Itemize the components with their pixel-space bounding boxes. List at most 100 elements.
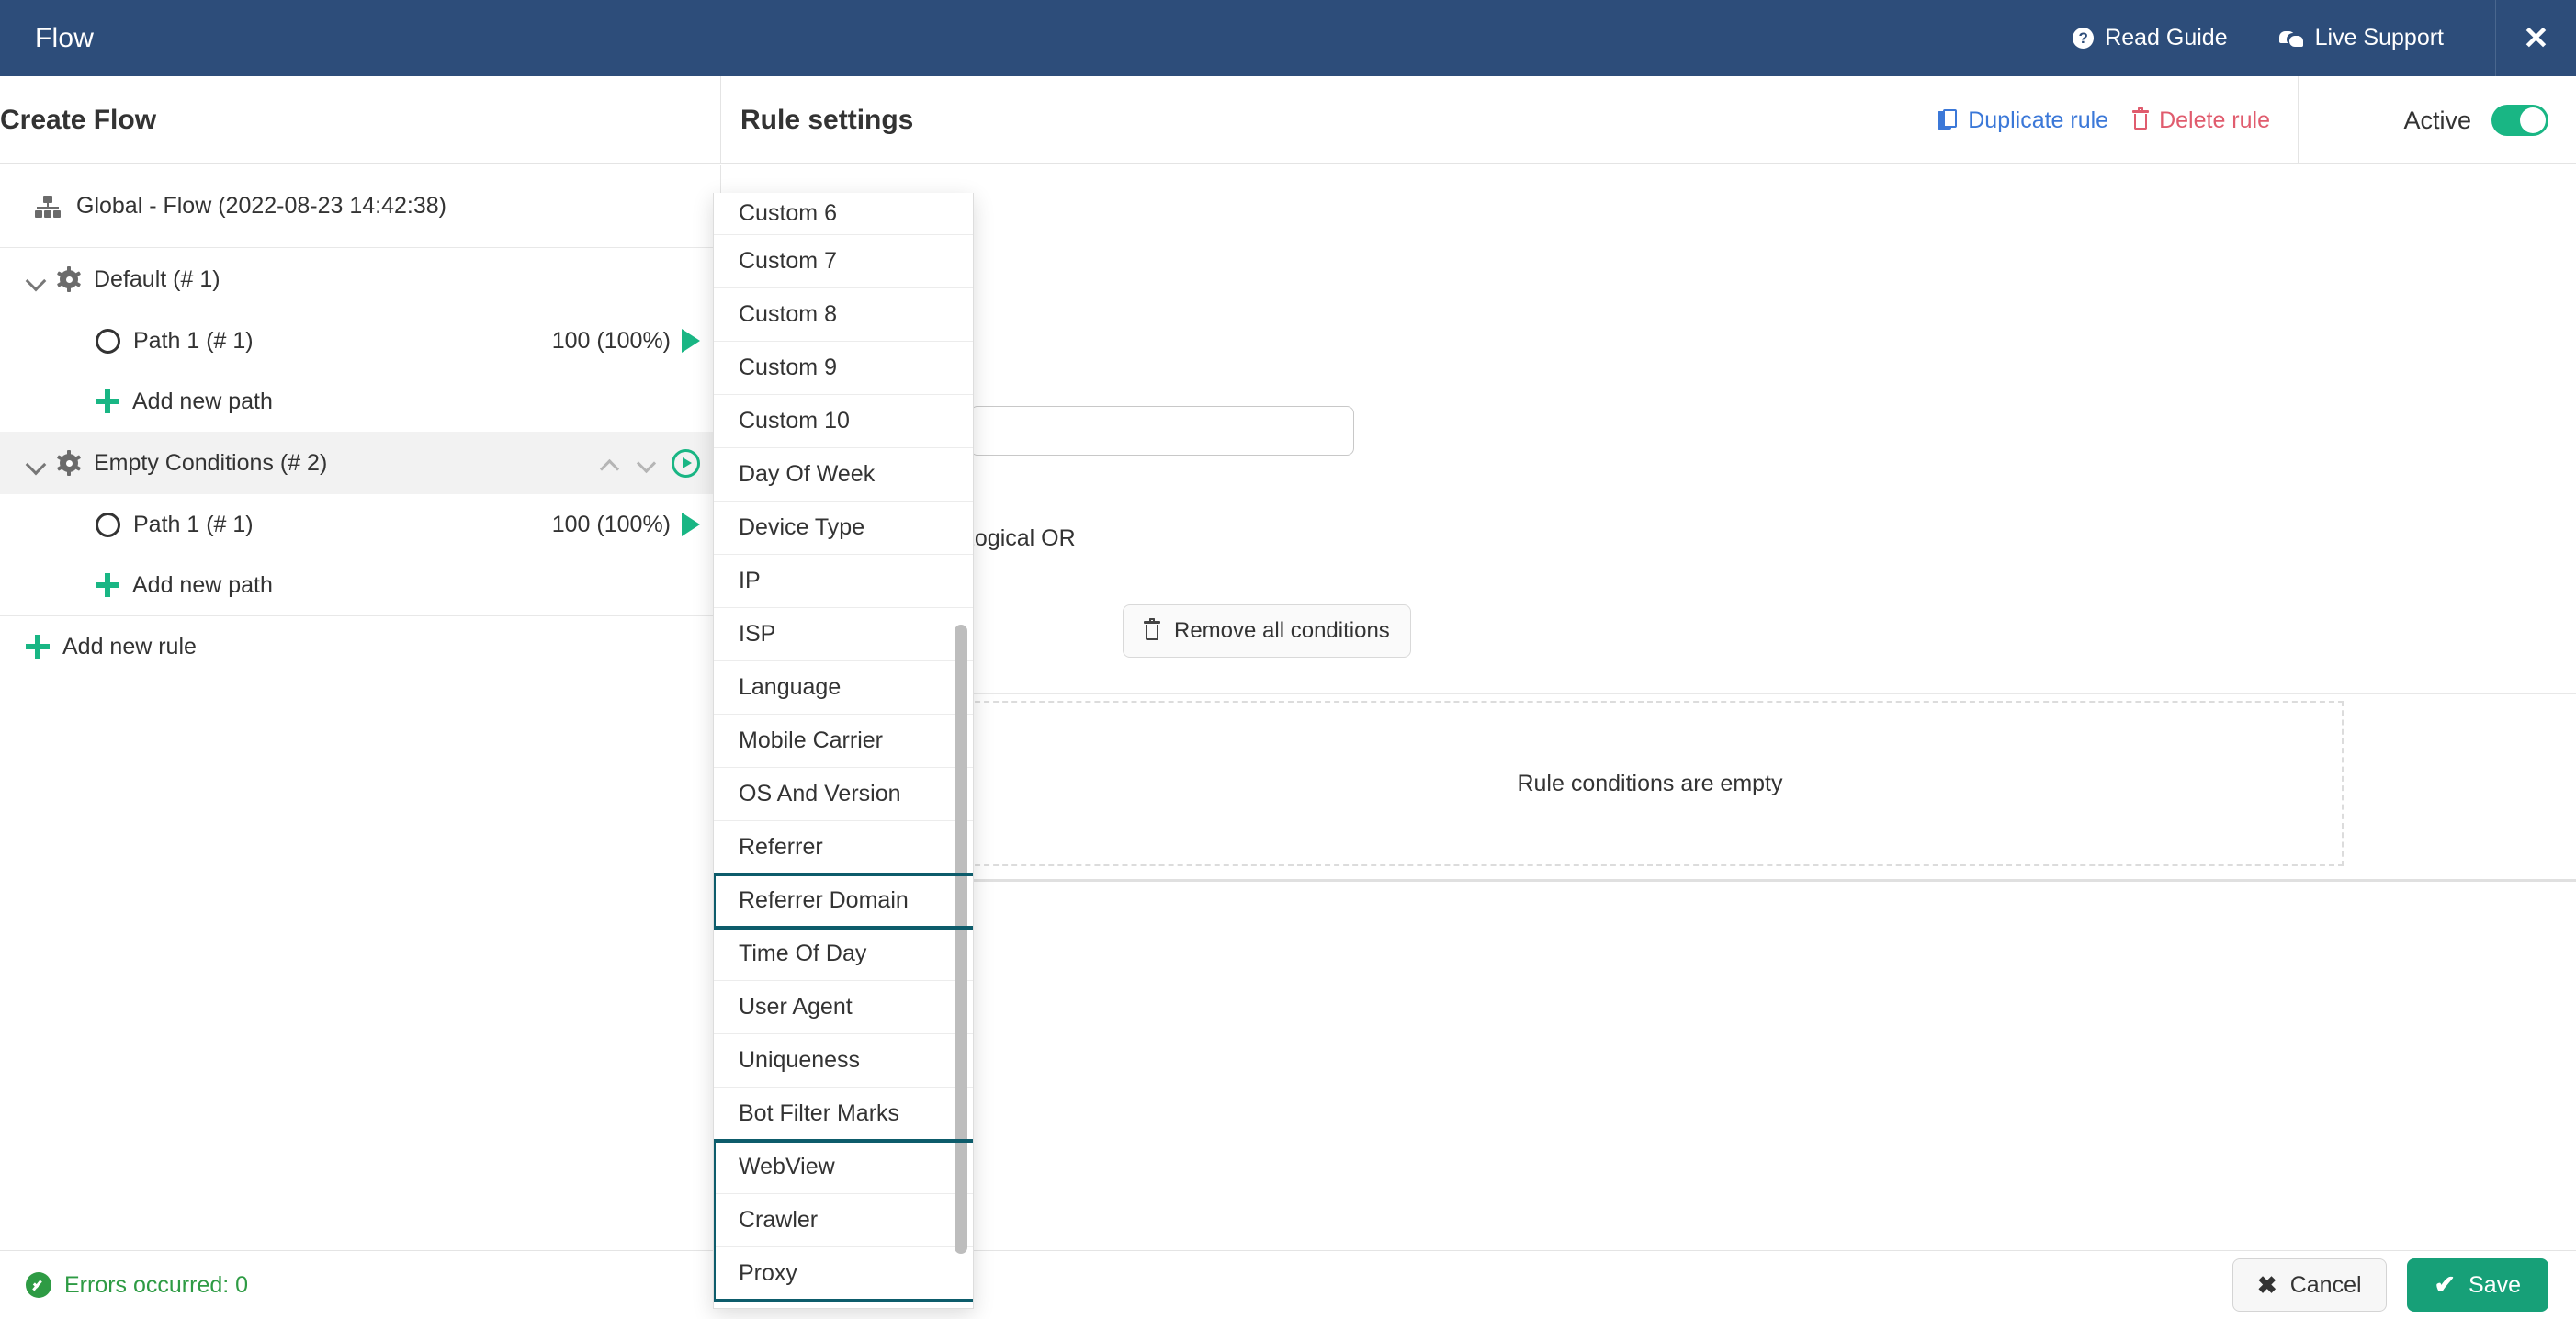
rule-action-links: Duplicate rule Delete rule — [1938, 107, 2298, 134]
dropdown-item-label: Custom 9 — [739, 355, 837, 380]
dropdown-item[interactable]: Uniqueness — [714, 1034, 973, 1088]
check-icon: ✔ — [2434, 1270, 2457, 1299]
add-new-path-button-1[interactable]: Add new path — [0, 371, 720, 432]
add-new-rule-label: Add new rule — [62, 633, 197, 660]
live-support-label: Live Support — [2314, 25, 2444, 51]
condition-type-dropdown[interactable]: Custom 6 Custom 7 Custom 8 Custom 9 Custom 1… — [713, 193, 974, 1309]
footer-actions: ✖ Cancel ✔ Save — [2231, 1258, 2576, 1312]
play-icon[interactable] — [682, 329, 700, 353]
delete-rule-button[interactable]: Delete rule — [2132, 107, 2270, 134]
move-rule-up-icon[interactable] — [598, 452, 620, 474]
trash-icon — [1144, 618, 1160, 641]
dropdown-item[interactable]: Language — [714, 661, 973, 715]
tree-path-count: 100 (100%) — [551, 511, 671, 537]
dropdown-item[interactable]: Time Of Day — [714, 928, 973, 981]
dropdown-item[interactable]: Crawler — [714, 1194, 973, 1247]
dropdown-item-label: Device Type — [739, 514, 865, 540]
run-rule-icon[interactable] — [672, 448, 700, 478]
dropdown-item-label: Custom 6 — [739, 200, 837, 226]
plus-icon — [26, 635, 50, 659]
live-support-link[interactable]: Live Support — [2278, 25, 2444, 51]
dropdown-item[interactable]: Custom 7 — [714, 235, 973, 288]
create-flow-header: Create Flow — [0, 76, 721, 164]
dropdown-item[interactable]: Referrer Domain — [714, 874, 973, 928]
errors-status: Errors occurred: 0 — [26, 1272, 248, 1299]
dropdown-item[interactable]: WebView — [714, 1141, 973, 1194]
tree-path-count: 100 (100%) — [551, 327, 671, 354]
gear-icon — [56, 266, 82, 292]
dropdown-item-label: WebView — [739, 1154, 835, 1179]
dropdown-item[interactable]: Mobile Carrier — [714, 715, 973, 768]
tree-path-label: Path 1 (# 1) — [133, 327, 254, 354]
cancel-button[interactable]: ✖ Cancel — [2231, 1258, 2387, 1312]
copy-icon — [1938, 109, 1958, 131]
tree-path-item[interactable]: Path 1 (# 1) 100 (100%) — [0, 310, 720, 371]
dropdown-item-label: Proxy — [739, 1260, 797, 1286]
tree-path-item[interactable]: Path 1 (# 1) 100 (100%) — [0, 494, 720, 555]
dropdown-item-label: ISP — [739, 621, 776, 647]
flow-modal: Flow ? Read Guide Live Support ✕ Create … — [0, 0, 2576, 1319]
help-icon: ? — [2073, 28, 2095, 49]
dropdown-list[interactable]: Custom 6 Custom 7 Custom 8 Custom 9 Custom 1… — [714, 193, 973, 1301]
tree-root-label: Global - Flow (2022-08-23 14:42:38) — [76, 193, 447, 219]
window-titlebar: Flow ? Read Guide Live Support ✕ — [0, 0, 2576, 76]
dropdown-item[interactable]: User Agent — [714, 981, 973, 1034]
tree-rule-default[interactable]: Default (# 1) — [0, 248, 720, 310]
dropdown-item-label: Custom 8 — [739, 301, 837, 327]
circle-icon — [96, 512, 120, 537]
toggle-knob — [2520, 107, 2546, 133]
tree-path-label: Path 1 (# 1) — [133, 511, 254, 537]
dropdown-item-label: OS And Version — [739, 781, 901, 806]
dropdown-item[interactable]: Device Type — [714, 502, 973, 555]
chevron-down-icon[interactable] — [26, 453, 46, 473]
move-rule-down-icon[interactable] — [635, 452, 657, 474]
close-button[interactable]: ✕ — [2495, 0, 2576, 76]
tree-root-item[interactable]: Global - Flow (2022-08-23 14:42:38) — [0, 165, 720, 248]
duplicate-rule-button[interactable]: Duplicate rule — [1938, 107, 2108, 134]
play-icon[interactable] — [682, 513, 700, 536]
dropdown-item[interactable]: Day Of Week — [714, 448, 973, 502]
add-new-rule-button[interactable]: Add new rule — [0, 616, 720, 677]
dropdown-item[interactable]: Bot Filter Marks — [714, 1088, 973, 1141]
save-button[interactable]: ✔ Save — [2406, 1258, 2548, 1312]
tree-rule-label: Default (# 1) — [94, 265, 220, 292]
plus-icon — [96, 573, 119, 597]
chevron-down-icon[interactable] — [26, 269, 46, 289]
dropdown-item[interactable]: Custom 8 — [714, 288, 973, 342]
add-new-path-button-2[interactable]: Add new path — [0, 555, 720, 615]
dropdown-scrollbar[interactable] — [955, 193, 967, 1308]
rule-settings-header: Rule settings Duplicate rule Delete rule — [722, 76, 2299, 164]
active-toggle[interactable] — [2491, 105, 2548, 136]
read-guide-link[interactable]: ? Read Guide — [2073, 25, 2228, 51]
dropdown-item-label: IP — [739, 568, 761, 593]
tree-rule-controls — [598, 448, 700, 478]
dropdown-item[interactable]: Proxy — [714, 1247, 973, 1301]
dropdown-item-label: User Agent — [739, 994, 853, 1020]
dropdown-item[interactable]: Custom 10 — [714, 395, 973, 448]
plus-icon — [96, 389, 119, 413]
dropdown-item[interactable]: Custom 9 — [714, 342, 973, 395]
dropdown-item[interactable]: IP — [714, 555, 973, 608]
dropdown-item-label: Uniqueness — [739, 1047, 861, 1073]
dropdown-item-label: Referrer Domain — [739, 887, 909, 913]
dropdown-item[interactable]: Custom 6 — [714, 193, 973, 235]
empty-conditions-text: Rule conditions are empty — [1517, 770, 1783, 796]
dropdown-scrollbar-thumb[interactable] — [955, 625, 967, 1254]
rule-name-input[interactable] — [970, 406, 1354, 456]
dropdown-item[interactable]: ISP — [714, 608, 973, 661]
dropdown-item[interactable]: Referrer — [714, 821, 973, 874]
dropdown-item-label: Day Of Week — [739, 461, 876, 487]
circle-icon — [96, 328, 120, 354]
remove-all-conditions-button[interactable]: Remove all conditions — [1123, 604, 1411, 658]
page-title: Create Flow — [0, 105, 157, 135]
footer-bar: Errors occurred: 0 ✖ Cancel ✔ Save — [0, 1250, 2576, 1319]
save-label: Save — [2469, 1271, 2521, 1298]
dropdown-item[interactable]: OS And Version — [714, 768, 973, 821]
dropdown-item-label: Referrer — [739, 834, 823, 860]
rule-settings-title: Rule settings — [740, 105, 914, 135]
active-toggle-group: Active — [2299, 76, 2576, 164]
dropdown-item-label: Language — [739, 674, 842, 700]
tree-rule-empty-conditions[interactable]: Empty Conditions (# 2) — [0, 432, 720, 494]
remove-all-conditions-label: Remove all conditions — [1174, 618, 1390, 643]
app-title: Flow — [35, 22, 95, 53]
